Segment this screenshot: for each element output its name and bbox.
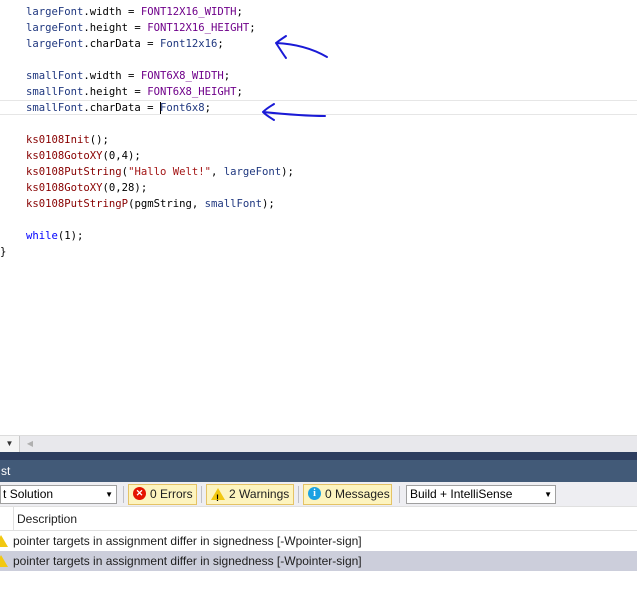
code-token: ; xyxy=(204,102,211,114)
editor-horizontal-scrollbar[interactable]: ▼ ◀ xyxy=(0,435,637,452)
errors-filter-button[interactable]: ✕ 0 Errors xyxy=(128,484,197,505)
scope-dropdown[interactable]: t Solution ▼ xyxy=(0,485,117,504)
code-token: FONT12X16_WIDTH xyxy=(140,6,237,18)
code-line: smallFont.height = FONT6X8_HEIGHT; xyxy=(26,84,243,100)
warning-icon xyxy=(211,487,225,508)
code-token: "Hallo Welt!" xyxy=(128,166,211,178)
warnings-filter-button[interactable]: 2 Warnings xyxy=(206,484,294,508)
code-token: (); xyxy=(89,134,109,146)
toolbar-separator xyxy=(123,486,124,503)
row-description: pointer targets in assignment differ in … xyxy=(13,534,362,548)
annotation-arrow-1 xyxy=(275,35,328,59)
code-token: ks0108GotoXY xyxy=(26,182,103,194)
error-list-row[interactable]: pointer targets in assignment differ in … xyxy=(0,531,637,551)
code-token: , xyxy=(210,166,224,178)
info-icon: i xyxy=(308,487,321,501)
code-line: ks0108PutStringP(pgmString, smallFont); xyxy=(26,196,275,212)
error-list-title-text: st xyxy=(1,464,11,478)
error-list-column-header: Description xyxy=(0,506,637,531)
code-token: (pgmString, xyxy=(128,198,205,210)
navigation-dropdown-arrow-icon[interactable]: ▼ xyxy=(0,436,20,452)
code-token: smallFont xyxy=(204,198,263,210)
code-line: ks0108GotoXY(0,28); xyxy=(26,180,147,196)
code-line: largeFont.width = FONT12X16_WIDTH; xyxy=(26,4,243,20)
code-token: (0,28); xyxy=(102,182,148,194)
closing-brace: } xyxy=(0,246,7,258)
row-description: pointer targets in assignment differ in … xyxy=(13,554,362,568)
code-token: ); xyxy=(262,198,275,210)
code-token: (0,4); xyxy=(102,150,141,162)
panel-splitter[interactable] xyxy=(0,452,637,460)
code-token: .width = xyxy=(83,70,141,82)
code-token: while xyxy=(26,230,58,242)
code-token: .height = xyxy=(83,22,148,34)
code-token: Font6x8 xyxy=(159,102,205,114)
code-token: largeFont xyxy=(26,22,84,34)
code-token: FONT12X16_HEIGHT xyxy=(147,22,250,34)
toolbar-separator xyxy=(399,486,400,503)
scope-dropdown-prefix: t xyxy=(3,487,7,501)
code-token: ks0108Init xyxy=(26,134,90,146)
code-token: ks0108PutString xyxy=(26,166,122,178)
code-token: largeFont xyxy=(26,38,84,50)
code-token: ; xyxy=(249,22,256,34)
code-token: ; xyxy=(236,86,243,98)
code-editor[interactable]: largeFont.width = FONT12X16_WIDTH; largeF… xyxy=(0,0,637,435)
code-token: .width = xyxy=(83,6,141,18)
errors-filter-label: 0 Errors xyxy=(150,487,193,501)
chevron-down-icon: ▼ xyxy=(105,490,113,499)
code-token: ); xyxy=(281,166,294,178)
code-token: ks0108PutStringP xyxy=(26,198,129,210)
code-line: while(1); xyxy=(26,228,83,244)
code-line: ks0108GotoXY(0,4); xyxy=(26,148,141,164)
code-token: ks0108GotoXY xyxy=(26,150,103,162)
code-line: smallFont.charData = Font6x8; xyxy=(26,100,211,116)
build-filter-value: Build + IntelliSense xyxy=(410,487,513,501)
column-divider[interactable] xyxy=(13,507,14,531)
code-token: .charData = xyxy=(83,38,160,50)
code-token: FONT6X8_HEIGHT xyxy=(147,86,237,98)
code-token: .charData = xyxy=(83,102,160,114)
error-list-row-selected[interactable]: pointer targets in assignment differ in … xyxy=(0,551,637,571)
hand-drawn-annotation-arrows xyxy=(262,35,328,121)
text-caret xyxy=(160,102,161,114)
code-line: largeFont.height = FONT12X16_HEIGHT; xyxy=(26,20,256,36)
build-intellisense-dropdown[interactable]: Build + IntelliSense ▼ xyxy=(406,485,556,504)
code-token: ; xyxy=(236,6,243,18)
warnings-filter-label: 2 Warnings xyxy=(229,487,290,501)
warning-icon xyxy=(0,555,8,567)
code-token: .height = xyxy=(83,86,148,98)
chevron-down-icon: ▼ xyxy=(544,490,552,499)
error-list-title: st xyxy=(0,460,637,482)
code-token: largeFont xyxy=(26,6,84,18)
code-line: largeFont.charData = Font12x16; xyxy=(26,36,224,52)
code-token: largeFont xyxy=(223,166,282,178)
code-line: ks0108Init(); xyxy=(26,132,109,148)
messages-filter-label: 0 Messages xyxy=(325,487,390,501)
error-list-toolbar: t Solution ▼ ✕ 0 Errors 2 Warnings i 0 Mes… xyxy=(0,482,637,508)
toolbar-separator xyxy=(298,486,299,503)
error-icon: ✕ xyxy=(133,487,146,501)
messages-filter-button[interactable]: i 0 Messages xyxy=(303,484,392,505)
code-token: smallFont xyxy=(26,70,84,82)
code-token: (1); xyxy=(57,230,84,242)
code-line: smallFont.width = FONT6X8_WIDTH; xyxy=(26,68,230,84)
scroll-left-arrow-icon[interactable]: ◀ xyxy=(24,436,36,452)
code-line: ks0108PutString("Hallo Welt!", largeFont… xyxy=(26,164,294,180)
scope-dropdown-value: Solution xyxy=(9,487,54,501)
toolbar-separator xyxy=(201,486,202,503)
code-token: ; xyxy=(217,38,224,50)
code-token: smallFont xyxy=(26,86,84,98)
code-token: ; xyxy=(223,70,231,82)
warning-icon xyxy=(0,535,8,547)
column-header-description[interactable]: Description xyxy=(17,507,77,531)
code-token: Font12x16 xyxy=(159,38,218,50)
code-token: FONT6X8_WIDTH xyxy=(140,70,224,82)
code-token: smallFont xyxy=(26,102,84,114)
